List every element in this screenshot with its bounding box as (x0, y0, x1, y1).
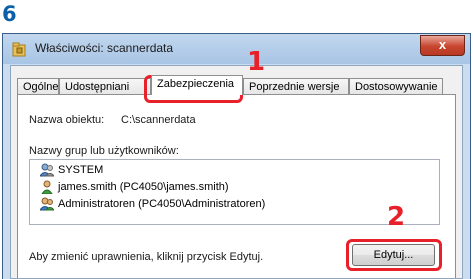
tab-general[interactable]: Ogólne (17, 78, 59, 95)
group-name: james.smith (PC4050\james.smith) (58, 181, 229, 193)
callout-box-2 (346, 239, 442, 271)
groups-list[interactable]: SYSTEM james.smith (PC4050\james.smith) … (29, 159, 440, 225)
tab-customize[interactable]: Dostosowywanie (349, 78, 443, 95)
user-icon (40, 180, 54, 195)
callout-number-2: 2 (387, 202, 406, 232)
callout-number-1: 1 (247, 47, 266, 77)
step-number: 6 (2, 2, 17, 26)
user-group-icon (39, 197, 56, 211)
title-bar[interactable]: Właściwości: scannerdata x (3, 34, 470, 64)
change-permissions-hint: Aby zmienić uprawnienia, kliknij przycis… (29, 251, 264, 263)
close-icon: x (438, 37, 447, 52)
window-title: Właściwości: scannerdata (35, 41, 174, 55)
object-name-value: C:\scannerdata (121, 114, 196, 126)
tab-sharing[interactable]: Udostępniani (59, 78, 151, 95)
user-group-icon (39, 163, 56, 177)
folder-lock-icon (12, 41, 26, 57)
group-name: Administratoren (PC4050\Administratoren) (58, 198, 266, 210)
tab-previous-versions[interactable]: Poprzednie wersje (243, 78, 349, 95)
close-button[interactable]: x (420, 35, 465, 56)
group-name: SYSTEM (58, 164, 104, 176)
object-name-label: Nazwa obiektu: (29, 114, 105, 126)
groups-label: Nazwy grup lub użytkowników: (29, 145, 179, 157)
tab-security[interactable]: Zabezpieczenia (151, 75, 243, 95)
